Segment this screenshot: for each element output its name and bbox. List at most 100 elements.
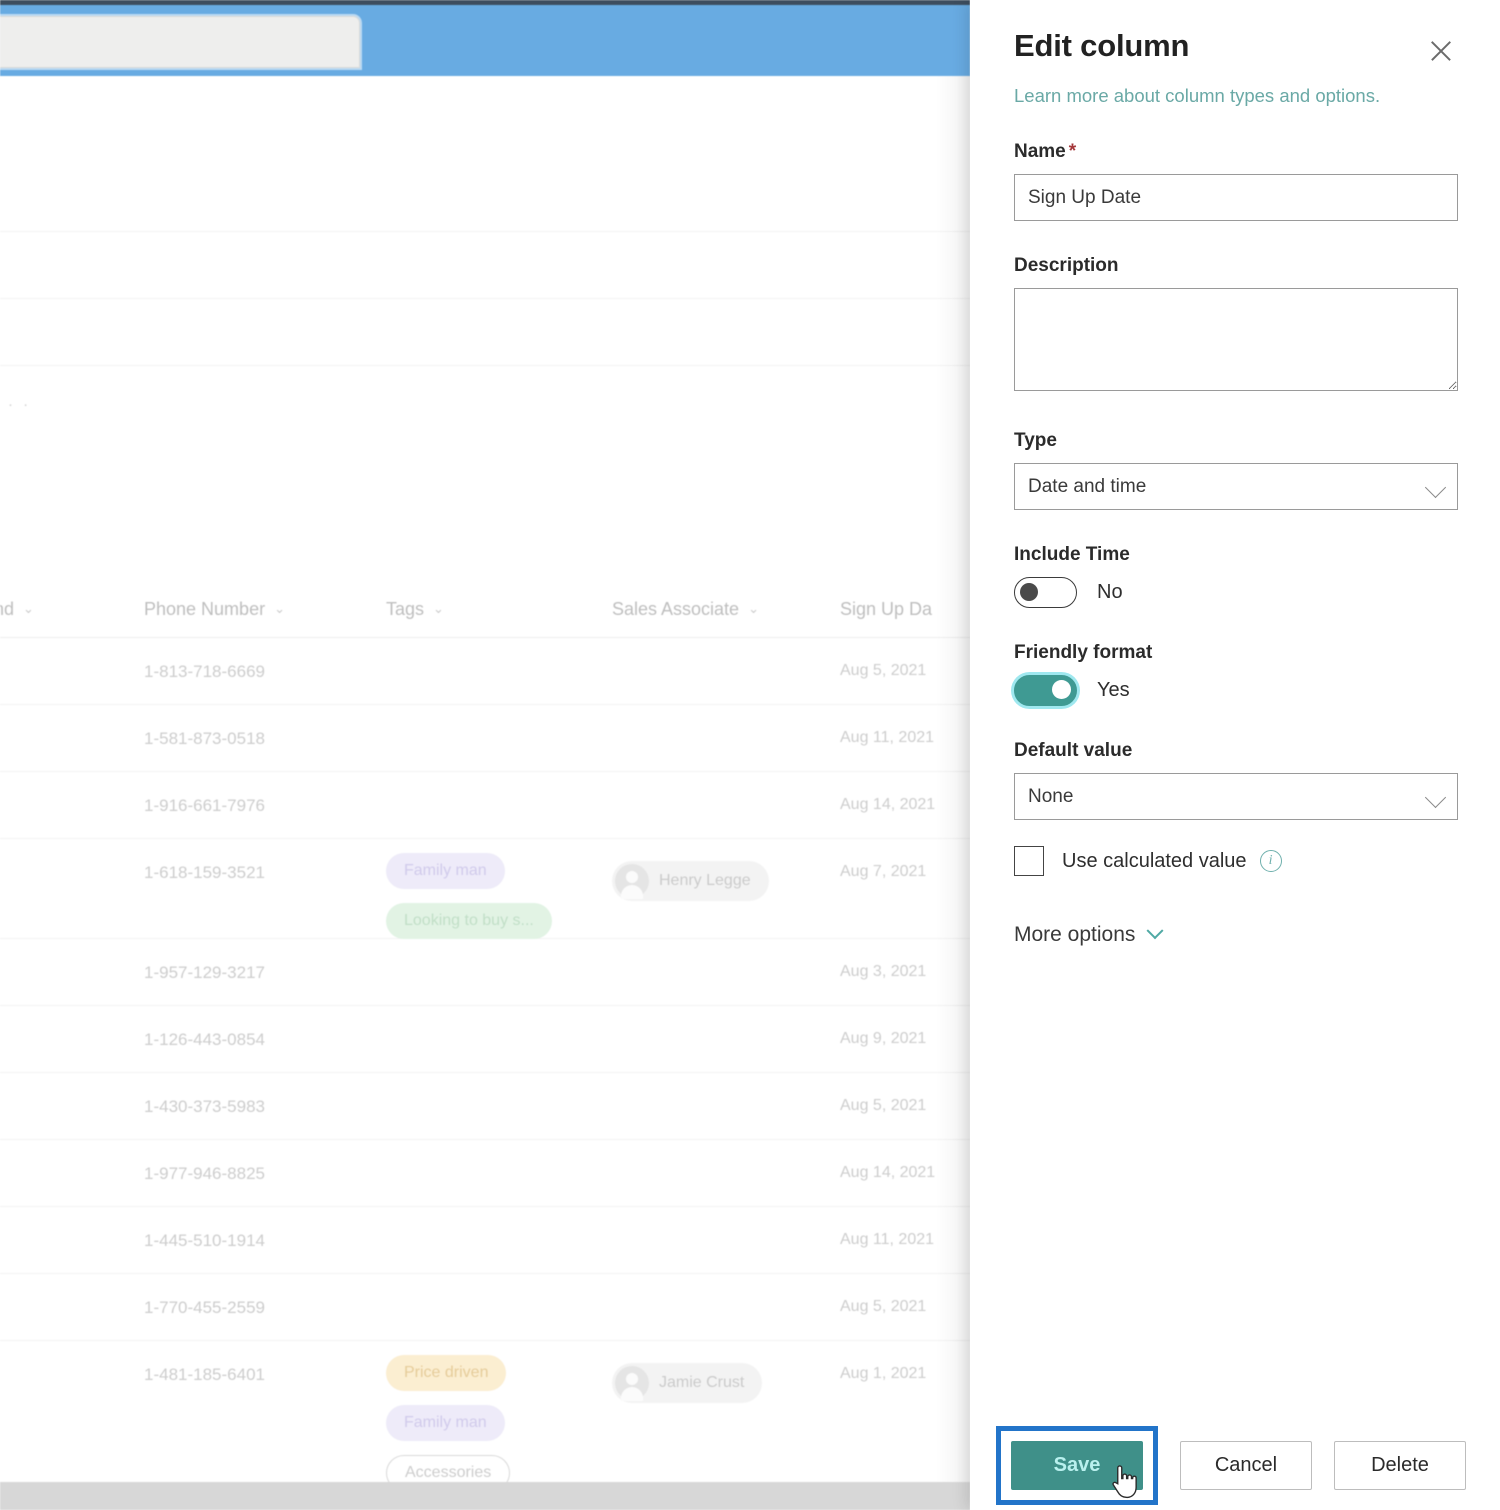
app-root: · · Brand⌄Phone Number⌄Tags⌄Sales Associ…: [0, 0, 1500, 1510]
column-header-brand[interactable]: Brand ⌄: [0, 599, 34, 620]
cell-sign-up-date: Aug 14, 2021: [840, 1164, 935, 1182]
description-field-label: Description: [1014, 255, 1458, 277]
chevron-down-icon: ⌄: [433, 601, 444, 617]
cell-sign-up-date: Aug 11, 2021: [840, 729, 934, 747]
toggle-knob: [1020, 583, 1038, 601]
column-header-label: Sales Associate: [612, 599, 739, 619]
column-header-label: Brand: [0, 599, 14, 619]
column-header-label: Sign Up Da: [840, 599, 932, 619]
cancel-button[interactable]: Cancel: [1180, 1441, 1312, 1490]
column-header-sign-up-da[interactable]: Sign Up Da: [840, 599, 932, 620]
friendly-format-toggle-row: Yes: [1014, 675, 1458, 706]
divider: [0, 298, 970, 299]
cell-phone-number: 1-126-443-0854: [144, 1030, 265, 1050]
person-chip[interactable]: Henry Legge: [612, 861, 769, 901]
panel-header: Edit column: [1014, 28, 1458, 68]
person-name: Jamie Crust: [659, 1374, 744, 1392]
default-value-select-value[interactable]: None: [1014, 773, 1458, 820]
more-options-label: More options: [1014, 923, 1135, 947]
cell-sales-associate: Jamie Crust: [612, 1363, 762, 1403]
info-icon[interactable]: i: [1260, 850, 1282, 872]
type-select-value[interactable]: Date and time: [1014, 463, 1458, 510]
include-time-state-label: No: [1097, 581, 1123, 604]
cell-sign-up-date: Aug 5, 2021: [840, 662, 926, 680]
chevron-down-icon: [1147, 922, 1164, 939]
friendly-format-label: Friendly format: [1014, 642, 1458, 664]
cell-sign-up-date: Aug 5, 2021: [840, 1298, 926, 1316]
table-row[interactable]: 1-770-455-2559 Aug 5, 2021: [0, 1274, 970, 1341]
tag-pill[interactable]: Price driven: [386, 1355, 506, 1391]
type-field-label: Type: [1014, 430, 1458, 452]
divider: [0, 231, 970, 232]
default-value-label: Default value: [1014, 740, 1458, 762]
cell-sign-up-date: Aug 7, 2021: [840, 863, 926, 881]
cell-phone-number: 1-618-159-3521: [144, 863, 265, 883]
cell-tags: Family man Looking to buy s...: [386, 853, 552, 953]
table-row[interactable]: 1-581-873-0518 Aug 11, 2021: [0, 705, 970, 772]
person-chip[interactable]: Jamie Crust: [612, 1363, 762, 1403]
list-page-body: · · Brand⌄Phone Number⌄Tags⌄Sales Associ…: [0, 76, 970, 1510]
table-row[interactable]: 1-481-185-6401Price drivenFamily manAcce…: [0, 1341, 970, 1489]
cell-sign-up-date: Aug 14, 2021: [840, 796, 935, 814]
table-row[interactable]: 1-977-946-8825 Aug 14, 2021: [0, 1140, 970, 1207]
column-header-sales-associate[interactable]: Sales Associate⌄: [612, 599, 759, 620]
person-name: Henry Legge: [659, 872, 751, 890]
table-row[interactable]: 1-618-159-3521 Family man Looking to buy s…: [0, 839, 970, 939]
table-row[interactable]: 1-445-510-1914 Aug 11, 2021: [0, 1207, 970, 1274]
include-time-toggle[interactable]: [1014, 577, 1077, 608]
use-calculated-value-label: Use calculated value: [1062, 850, 1247, 873]
avatar: [615, 864, 649, 898]
learn-more-link[interactable]: Learn more about column types and option…: [1014, 85, 1458, 107]
default-value-select[interactable]: None: [1014, 773, 1458, 820]
panel-title: Edit column: [1014, 28, 1189, 64]
cell-phone-number: 1-977-946-8825: [144, 1164, 265, 1184]
cell-sign-up-date: Aug 9, 2021: [840, 1030, 926, 1048]
save-button[interactable]: Save: [1011, 1441, 1143, 1490]
cell-sign-up-date: Aug 3, 2021: [840, 963, 926, 981]
horizontal-scrollbar[interactable]: [0, 1482, 970, 1510]
include-time-label: Include Time: [1014, 544, 1458, 566]
cell-sign-up-date: Aug 11, 2021: [840, 1231, 934, 1249]
table-row[interactable]: 1-430-373-5983 Aug 5, 2021: [0, 1073, 970, 1140]
use-calculated-value-checkbox[interactable]: [1014, 846, 1044, 876]
list-application: · · Brand⌄Phone Number⌄Tags⌄Sales Associ…: [0, 0, 970, 1510]
avatar: [615, 1366, 649, 1400]
cell-sign-up-date: Aug 5, 2021: [840, 1097, 926, 1115]
toggle-knob: [1052, 680, 1071, 699]
chevron-down-icon: ⌄: [23, 601, 34, 617]
table-row[interactable]: 1-813-718-6669Aug 5, 2021: [0, 638, 970, 705]
cell-phone-number: 1-445-510-1914: [144, 1231, 265, 1251]
table-row[interactable]: 1-957-129-3217 Aug 3, 2021: [0, 939, 970, 1006]
panel-footer: Save Cancel Delete: [970, 1420, 1500, 1510]
cell-phone-number: 1-430-373-5983: [144, 1097, 265, 1117]
close-icon[interactable]: [1424, 34, 1458, 68]
name-input[interactable]: [1014, 174, 1458, 221]
cell-sign-up-date: Aug 1, 2021: [840, 1365, 926, 1383]
column-header-tags[interactable]: Tags⌄: [386, 599, 444, 620]
browser-chrome: [0, 0, 970, 76]
description-textarea[interactable]: [1014, 288, 1458, 391]
tag-pill[interactable]: Family man: [386, 1405, 505, 1441]
cell-phone-number: 1-916-661-7976: [144, 796, 265, 816]
required-marker: *: [1069, 141, 1076, 162]
chevron-down-icon: ⌄: [274, 601, 285, 617]
row-ellipsis[interactable]: · ·: [8, 396, 31, 413]
tag-pill[interactable]: Family man: [386, 853, 505, 889]
column-header-label: Phone Number: [144, 599, 265, 619]
more-options-button[interactable]: More options: [1014, 923, 1458, 947]
friendly-format-state-label: Yes: [1097, 679, 1130, 702]
cell-phone-number: 1-581-873-0518: [144, 729, 265, 749]
table-row[interactable]: 1-126-443-0854 Aug 9, 2021: [0, 1006, 970, 1073]
divider: [0, 365, 970, 366]
cell-phone-number: 1-957-129-3217: [144, 963, 265, 983]
friendly-format-toggle[interactable]: [1014, 675, 1077, 706]
cell-phone-number: 1-770-455-2559: [144, 1298, 265, 1318]
panel-content: Edit column Learn more about column type…: [970, 0, 1500, 1420]
type-select[interactable]: Date and time: [1014, 463, 1458, 510]
tag-pill[interactable]: Looking to buy s...: [386, 903, 552, 939]
column-header-phone-number[interactable]: Phone Number ⌄: [144, 599, 285, 620]
browser-tab[interactable]: [0, 16, 360, 68]
cell-sales-associate: Henry Legge: [612, 861, 769, 901]
table-row[interactable]: 1-916-661-7976 Aug 14, 2021: [0, 772, 970, 839]
delete-button[interactable]: Delete: [1334, 1441, 1466, 1490]
